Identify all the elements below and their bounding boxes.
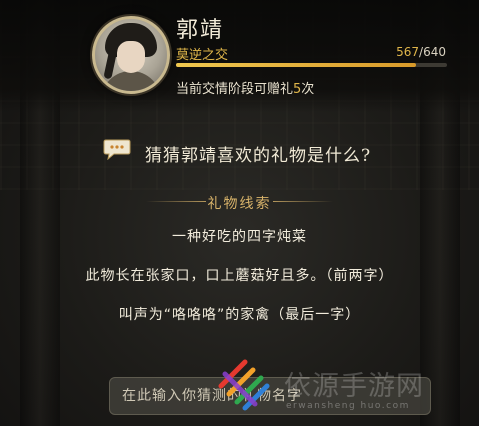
clue-line: 此物长在张家口，口上蘑菇好且多。（前两字） bbox=[85, 268, 394, 284]
speech-bubble-icon bbox=[103, 139, 131, 160]
favor-counter: 567/640 bbox=[396, 45, 446, 59]
character-name: 郭靖 bbox=[176, 18, 225, 43]
clue-ornament-right bbox=[273, 201, 333, 202]
favor-current: 567 bbox=[396, 45, 420, 59]
favor-max: 640 bbox=[423, 45, 446, 59]
gift-unit: 次 bbox=[301, 82, 315, 97]
gift-text: 当前交情阶段可赠礼 bbox=[176, 82, 294, 97]
clue-line: 叫声为“咯咯咯”的家禽（最后一字） bbox=[118, 307, 361, 323]
character-avatar bbox=[92, 16, 170, 94]
relationship-stage: 莫逆之交 bbox=[176, 48, 229, 63]
favor-progress-fill bbox=[176, 63, 417, 67]
avatar-face bbox=[117, 41, 145, 73]
favor-progress-bar bbox=[176, 63, 447, 67]
clue-line: 一种好吃的四字炖菜 bbox=[172, 229, 307, 245]
clue-title: 礼物线索 bbox=[207, 196, 272, 212]
gift-remaining: 当前交情阶段可赠礼5次 bbox=[176, 78, 314, 97]
watermark-url: erwansheng huo.com bbox=[286, 401, 410, 411]
watermark-logo-icon bbox=[218, 359, 270, 411]
quiz-question: 猜猜郭靖喜欢的礼物是什么? bbox=[145, 146, 372, 166]
watermark-text: 依源手游网 bbox=[284, 371, 424, 402]
